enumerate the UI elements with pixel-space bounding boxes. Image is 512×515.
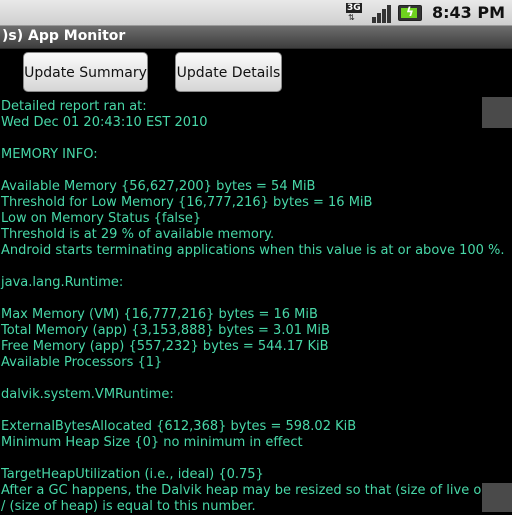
report-line: [1, 371, 511, 387]
report-line: [1, 131, 511, 147]
data-arrows-icon: ⇅: [347, 12, 355, 22]
report-line: Total Memory (app) {3,153,888} bytes = 3…: [1, 323, 330, 338]
battery-charging-icon: ϟ: [397, 4, 422, 21]
app-title-bar: )s) App Monitor: [0, 26, 512, 49]
report-line: dalvik.system.VMRuntime:: [1, 387, 174, 402]
report-line: After a GC happens, the Dalvik heap may …: [1, 483, 512, 498]
report-line: [1, 163, 511, 179]
report-line: Detailed report ran at:: [1, 99, 147, 114]
network-3g-icon: 3G ⇅: [345, 2, 366, 23]
report-line: [1, 403, 511, 419]
report-line: Threshold for Low Memory {16,777,216} by…: [1, 195, 373, 210]
report-text: Detailed report ran at: Wed Dec 01 20:43:…: [1, 99, 512, 515]
status-icons: 3G ⇅ ϟ 8:43 PM: [345, 0, 512, 25]
report-line: Wed Dec 01 20:43:10 EST 2010: [1, 115, 208, 130]
report-line: Available Processors {1}: [1, 355, 163, 370]
report-line: MEMORY INFO:: [1, 147, 98, 162]
status-clock: 8:43 PM: [431, 3, 505, 22]
update-summary-button[interactable]: Update Summary: [23, 52, 148, 92]
report-line: Free Memory (app) {557,232} bytes = 544.…: [1, 339, 329, 354]
report-line: Minimum Heap Size {0} no minimum in effe…: [1, 435, 303, 450]
report-line: [1, 451, 511, 467]
report-line: [1, 291, 511, 307]
report-line: [1, 259, 511, 275]
signal-bars-icon: [371, 3, 392, 23]
network-type-label: 3G: [345, 2, 362, 13]
scrollbar-bottom-indicator[interactable]: [482, 483, 512, 512]
app-title: )s) App Monitor: [2, 28, 126, 44]
report-line: Threshold is at 29 % of available memory…: [1, 227, 275, 242]
report-line: Android starts terminating applications …: [1, 243, 505, 258]
report-line: java.lang.Runtime:: [1, 275, 124, 290]
report-line: Available Memory {56,627,200} bytes = 54…: [1, 179, 316, 194]
report-line: Low on Memory Status {false}: [1, 211, 202, 226]
report-line: ExternalBytesAllocated {612,368} bytes =…: [1, 419, 357, 434]
status-bar: 3G ⇅ ϟ 8:43 PM: [0, 0, 512, 26]
report-line: Max Memory (VM) {16,777,216} bytes = 16 …: [1, 307, 318, 322]
scrollbar-thumb[interactable]: [482, 97, 512, 128]
report-line: / (size of heap) is equal to this number…: [1, 499, 256, 514]
report-line: TargetHeapUtilization (i.e., ideal) {0.7…: [1, 467, 264, 482]
update-details-button[interactable]: Update Details: [175, 52, 282, 92]
